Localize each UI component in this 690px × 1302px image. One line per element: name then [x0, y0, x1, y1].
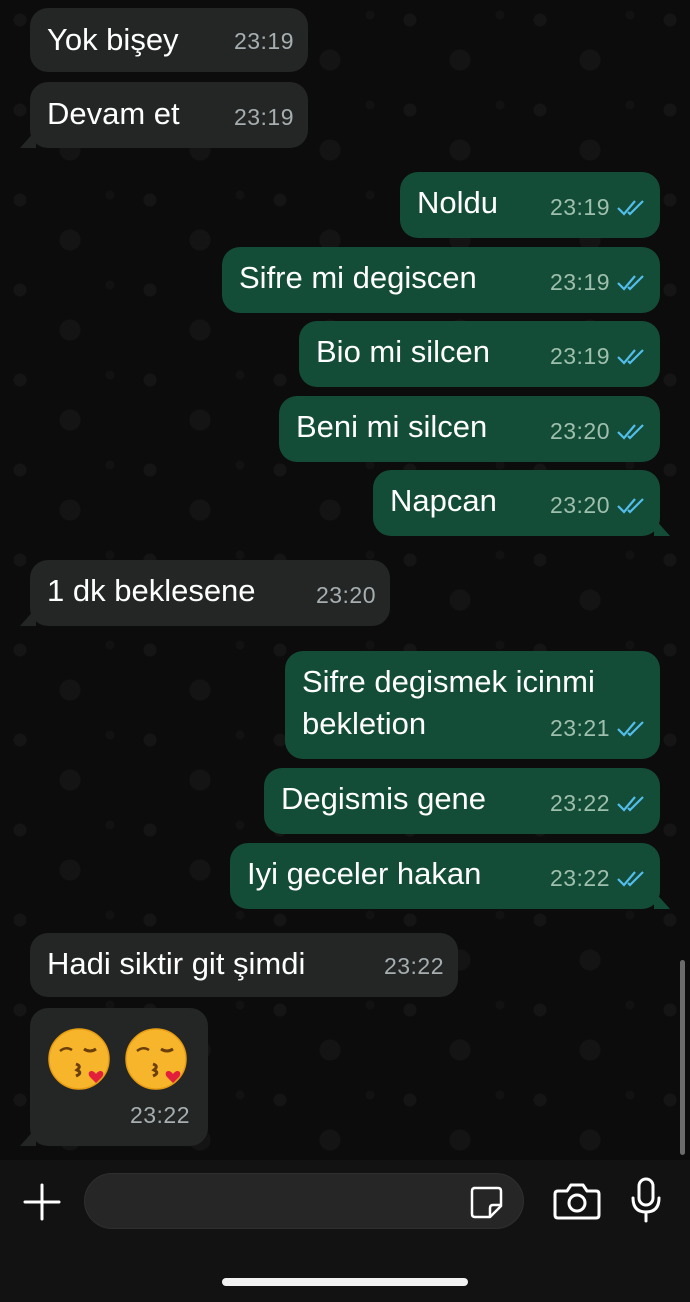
message-text: Devam et: [47, 96, 180, 131]
message-text: Beni mi silcen: [296, 409, 488, 444]
message-meta: 23:20: [550, 410, 646, 452]
home-indicator[interactable]: [222, 1278, 468, 1286]
double-check-icon: [617, 721, 644, 737]
message-incoming[interactable]: Hadi siktir git şimdi 23:22: [30, 933, 458, 997]
message-meta: 23:22: [550, 782, 646, 824]
message-meta: 23:22: [384, 945, 444, 987]
message-outgoing[interactable]: Noldu 23:19: [400, 172, 660, 238]
double-check-icon: [617, 349, 644, 365]
bubble-tail: [654, 518, 670, 536]
message-time: 23:20: [549, 492, 610, 518]
message-meta: 23:19: [234, 96, 294, 138]
message-time: 23:19: [549, 269, 610, 295]
message-meta: 23:20: [550, 484, 646, 526]
double-check-icon: [617, 796, 644, 812]
message-outgoing[interactable]: Napcan 23:20: [373, 470, 670, 536]
bubble-tail: [20, 1128, 36, 1146]
plus-icon[interactable]: [22, 1182, 62, 1222]
message-text: Hadi siktir git şimdi: [47, 946, 306, 981]
message-text: Yok bişey: [47, 22, 179, 57]
camera-icon[interactable]: [553, 1181, 601, 1221]
message-time: 23:19: [549, 194, 610, 220]
message-meta: 23:19: [550, 335, 646, 377]
message-time: 23:19: [233, 104, 294, 130]
message-incoming-emoji[interactable]: 23:22: [20, 1008, 208, 1146]
message-incoming[interactable]: 1 dk beklesene 23:20: [20, 560, 390, 626]
message-time: 23:21: [549, 715, 610, 741]
message-meta: 23:19: [550, 186, 646, 228]
double-check-icon: [617, 871, 644, 887]
message-meta: 23:22: [550, 857, 646, 899]
chat-area[interactable]: Yok bişey 23:19 Devam et 23:19 Noldu 23:…: [0, 0, 690, 1160]
message-meta: 23:19: [234, 20, 294, 62]
message-meta: 23:21: [550, 707, 646, 749]
bubble-tail: [20, 608, 36, 626]
double-check-icon: [617, 424, 644, 440]
message-text: Napcan: [390, 483, 497, 518]
message-text: Bio mi silcen: [316, 334, 490, 369]
message-time: 23:20: [549, 418, 610, 444]
message-time: 23:22: [383, 953, 444, 979]
message-outgoing[interactable]: Beni mi silcen 23:20: [279, 396, 660, 462]
message-incoming[interactable]: Yok bişey 23:19: [30, 8, 308, 72]
face-blowing-a-kiss-icon: [48, 1028, 110, 1090]
message-text: Noldu: [417, 185, 498, 220]
message-text: 1 dk beklesene: [47, 573, 256, 608]
double-check-icon: [617, 200, 644, 216]
message-meta: 23:22: [130, 1094, 190, 1136]
message-time: 23:22: [129, 1102, 190, 1128]
message-time: 23:19: [233, 28, 294, 54]
message-text: Iyi geceler hakan: [247, 856, 482, 891]
message-outgoing[interactable]: Iyi geceler hakan 23:22: [230, 843, 670, 909]
bubble-tail: [20, 130, 36, 148]
message-input[interactable]: [84, 1173, 524, 1229]
message-text: Degismis gene: [281, 781, 487, 816]
double-check-icon: [617, 275, 644, 291]
message-outgoing[interactable]: Bio mi silcen 23:19: [299, 321, 660, 387]
message-outgoing[interactable]: Sifre mi degiscen 23:19: [222, 247, 660, 313]
message-time: 23:19: [549, 343, 610, 369]
bubble-tail: [654, 891, 670, 909]
message-outgoing[interactable]: Degismis gene 23:22: [264, 768, 660, 834]
message-incoming[interactable]: Devam et 23:19: [20, 82, 308, 148]
message-time: 23:20: [315, 582, 376, 608]
message-text: Sifre mi degiscen: [239, 260, 477, 295]
message-outgoing[interactable]: Sifre degismek icinmi bekletion 23:21: [285, 651, 660, 759]
message-time: 23:22: [549, 865, 610, 891]
face-blowing-a-kiss-icon: [125, 1028, 187, 1090]
microphone-icon[interactable]: [630, 1176, 662, 1224]
double-check-icon: [617, 498, 644, 514]
scrollbar[interactable]: [680, 960, 685, 1155]
message-meta: 23:19: [550, 261, 646, 303]
sticker-icon[interactable]: [468, 1184, 504, 1220]
message-meta: 23:20: [316, 574, 376, 616]
message-time: 23:22: [549, 790, 610, 816]
